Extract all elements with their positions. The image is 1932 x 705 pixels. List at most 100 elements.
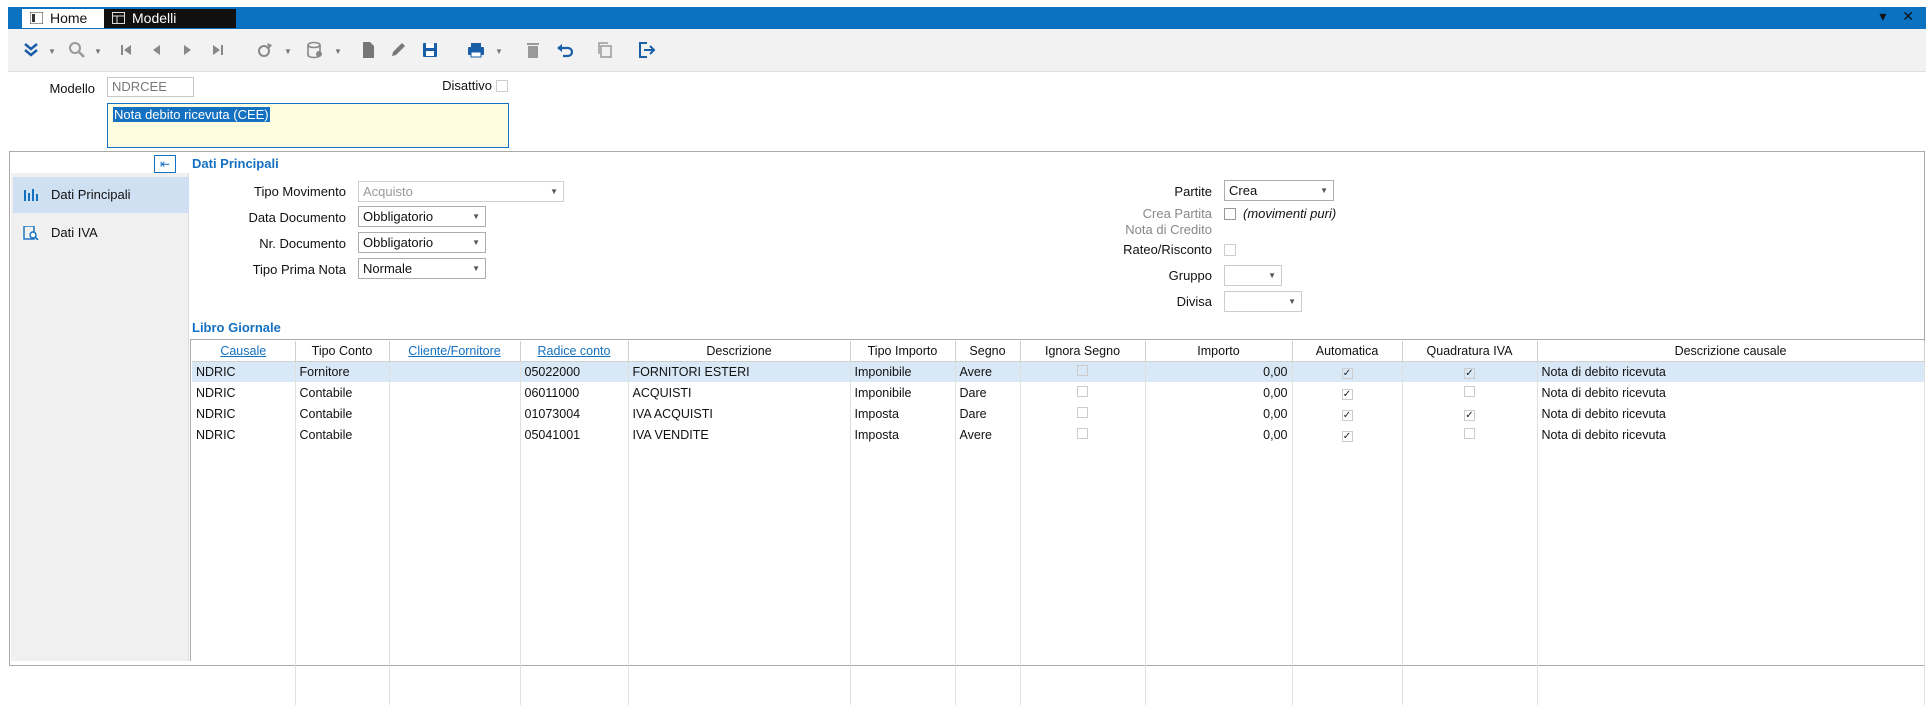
cell-causale[interactable]: NDRIC [192,382,296,403]
cell-tipo-importo[interactable]: Imposta [850,424,956,445]
cell-causale[interactable]: NDRIC [192,403,296,424]
cell-importo[interactable]: 0,00 [1145,361,1293,382]
column-header-radice-conto[interactable]: Radice conto [520,341,629,362]
column-header-cliente-fornitore[interactable]: Cliente/Fornitore [389,341,521,362]
quadratura-checkbox[interactable] [1464,385,1475,397]
cell-tipo-conto[interactable]: Fornitore [295,361,390,382]
cell-tipo-importo[interactable]: Imponibile [850,382,956,403]
edit-icon[interactable] [385,37,411,63]
cell-ignora-segno[interactable] [1020,403,1146,424]
cell-causale[interactable]: NDRIC [192,424,296,445]
ignora-segno-checkbox[interactable] [1077,427,1088,439]
print-dropdown-icon[interactable]: ▼ [495,47,503,56]
cell-radice-conto[interactable]: 06011000 [520,382,629,403]
rateo-risconto-checkbox[interactable] [1224,244,1236,256]
tab-home[interactable]: Home [22,9,104,28]
cell-descrizione[interactable]: ACQUISTI [628,382,851,403]
sidebar-item-dati-iva[interactable]: Dati IVA [13,215,189,251]
window-controls[interactable]: ▾ ✕ [1879,8,1920,25]
automatica-checkbox[interactable]: ✓ [1341,388,1353,400]
column-header-segno[interactable]: Segno [955,341,1021,362]
disattivo-checkbox[interactable] [496,80,508,92]
column-header-ignora-segno[interactable]: Ignora Segno [1020,341,1146,362]
divisa-select[interactable]: ▼ [1224,291,1302,312]
cell-descrizione-causale[interactable]: Nota di debito ricevuta [1537,382,1925,403]
cell-tipo-conto[interactable]: Contabile [295,424,390,445]
table-row[interactable]: NDRIC Contabile 06011000 ACQUISTI Imponibile… [192,382,1925,403]
database-dropdown-icon[interactable]: ▼ [334,47,342,56]
new-document-icon[interactable] [355,37,381,63]
gruppo-select[interactable]: ▼ [1224,265,1282,286]
cell-tipo-importo[interactable]: Imposta [850,403,956,424]
cell-ignora-segno[interactable] [1020,361,1146,382]
cell-importo[interactable]: 0,00 [1145,382,1293,403]
nr-documento-select[interactable]: Obbligatorio ▼ [358,232,486,253]
partite-select[interactable]: Crea ▼ [1224,180,1334,201]
tab-modelli-contabili[interactable]: Modelli Contabili [104,9,236,45]
cell-cliente-fornitore[interactable] [389,382,521,403]
ignora-segno-checkbox[interactable] [1077,364,1088,376]
cell-causale[interactable]: NDRIC [192,361,296,382]
expand-dropdown-icon[interactable]: ▼ [48,47,56,56]
save-icon[interactable] [417,37,443,63]
cell-ignora-segno[interactable] [1020,424,1146,445]
description-field[interactable]: Nota debito ricevuta (CEE) [107,103,509,148]
automatica-checkbox[interactable]: ✓ [1341,409,1353,421]
cell-quadratura[interactable]: ✓ [1402,403,1538,424]
undo-icon[interactable] [552,37,578,63]
automatica-checkbox[interactable]: ✓ [1341,367,1353,379]
cell-automatica[interactable]: ✓ [1292,361,1403,382]
cell-cliente-fornitore[interactable] [389,424,521,445]
column-header-quadratura-iva[interactable]: Quadratura IVA [1402,341,1538,362]
cell-automatica[interactable]: ✓ [1292,424,1403,445]
cell-tipo-conto[interactable]: Contabile [295,403,390,424]
cell-descrizione[interactable]: IVA VENDITE [628,424,851,445]
modello-field[interactable]: NDRCEE [107,77,194,97]
cell-descrizione-causale[interactable]: Nota di debito ricevuta [1537,403,1925,424]
prev-icon[interactable] [144,37,170,63]
ignora-segno-checkbox[interactable] [1077,406,1088,418]
cell-radice-conto[interactable]: 05041001 [520,424,629,445]
crea-partita-checkbox[interactable] [1224,208,1236,220]
table-row[interactable]: NDRIC Contabile 05041001 IVA VENDITE Imposta… [192,424,1925,445]
exit-icon[interactable] [633,37,659,63]
first-icon[interactable] [113,37,139,63]
quadratura-checkbox[interactable]: ✓ [1464,367,1475,379]
cell-descrizione[interactable]: IVA ACQUISTI [628,403,851,424]
search-icon[interactable] [64,37,90,63]
cell-quadratura[interactable]: ✓ [1402,361,1538,382]
cell-automatica[interactable]: ✓ [1292,403,1403,424]
cell-segno[interactable]: Avere [955,424,1021,445]
tipo-prima-nota-select[interactable]: Normale ▼ [358,258,486,279]
sidebar-item-dati-principali[interactable]: Dati Principali [13,177,189,213]
print-icon[interactable] [463,37,489,63]
column-header-tipo-conto[interactable]: Tipo Conto [295,341,390,362]
column-header-importo[interactable]: Importo [1145,341,1293,362]
data-documento-select[interactable]: Obbligatorio ▼ [358,206,486,227]
cell-segno[interactable]: Avere [955,361,1021,382]
last-icon[interactable] [205,37,231,63]
cell-quadratura[interactable] [1402,382,1538,403]
next-icon[interactable] [174,37,200,63]
cell-descrizione[interactable]: FORNITORI ESTERI [628,361,851,382]
tipo-movimento-select[interactable]: Acquisto ▼ [358,181,564,202]
collapse-sidebar-icon[interactable]: ⇤ [154,155,176,173]
filter-icon[interactable] [252,37,278,63]
cell-radice-conto[interactable]: 05022000 [520,361,629,382]
quadratura-checkbox[interactable]: ✓ [1464,409,1475,421]
search-dropdown-icon[interactable]: ▼ [94,47,102,56]
cell-tipo-importo[interactable]: Imponibile [850,361,956,382]
cell-importo[interactable]: 0,00 [1145,403,1293,424]
table-row[interactable]: NDRIC Fornitore 05022000 FORNITORI ESTERI Im… [192,361,1925,382]
automatica-checkbox[interactable]: ✓ [1341,430,1353,442]
column-header-automatica[interactable]: Automatica [1292,341,1403,362]
database-icon[interactable] [302,37,328,63]
expand-icon[interactable] [18,37,44,63]
cell-segno[interactable]: Dare [955,403,1021,424]
cell-radice-conto[interactable]: 01073004 [520,403,629,424]
cell-cliente-fornitore[interactable] [389,361,521,382]
filter-dropdown-icon[interactable]: ▼ [284,47,292,56]
column-header-descrizione-causale[interactable]: Descrizione causale [1537,341,1925,362]
delete-icon[interactable] [520,37,546,63]
cell-descrizione-causale[interactable]: Nota di debito ricevuta [1537,424,1925,445]
